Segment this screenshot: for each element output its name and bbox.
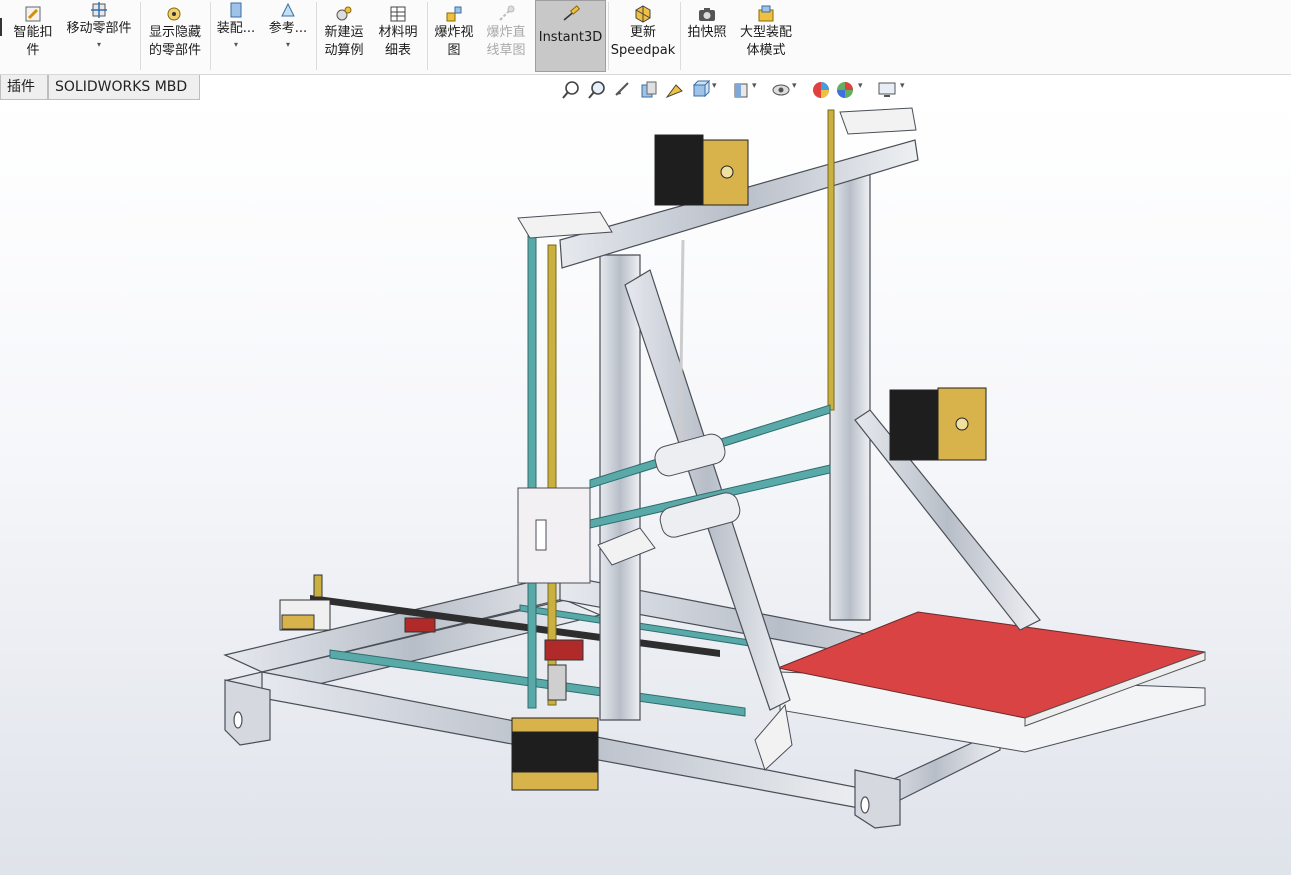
- 3d-printer-model[interactable]: [0, 101, 1291, 875]
- instant3d-icon: [563, 5, 580, 21]
- z-leadscrew-left: [547, 244, 557, 706]
- command-manager-ribbon: 智能扣 件 移动零部件 ▾ 显示隐藏 的零部件 装配... ▾ 参考... ▾: [0, 0, 1291, 75]
- z-top-bracket-right: [839, 107, 917, 135]
- button-label: 显示隐藏 的零部件: [148, 25, 201, 58]
- move-component-button[interactable]: 移动零部件 ▾: [62, 0, 136, 72]
- button-label: 爆炸视 图: [434, 25, 474, 58]
- button-label: 移动零部件: [66, 21, 132, 36]
- chevron-down-icon[interactable]: ▾: [858, 81, 863, 91]
- button-label: 更新 Speedpak: [610, 25, 676, 58]
- z-rod-right: [827, 109, 835, 411]
- zoom-to-area-icon[interactable]: [586, 79, 608, 101]
- chevron-down-icon[interactable]: ▾: [792, 81, 797, 91]
- z-carriage-slot: [535, 519, 547, 551]
- explode-line-sketch-icon: [499, 5, 515, 21]
- section-view-icon[interactable]: [638, 79, 660, 101]
- bill-of-materials-icon: [390, 6, 406, 22]
- chevron-down-icon[interactable]: ▾: [62, 40, 136, 50]
- chevron-down-icon[interactable]: ▾: [712, 81, 717, 91]
- button-label: 大型装配 体模式: [739, 25, 792, 58]
- ribbon-separator: [210, 2, 211, 70]
- show-hidden-icon: [167, 7, 181, 21]
- stepper-motor-right: [889, 387, 987, 461]
- view-orientation-icon[interactable]: [690, 79, 712, 101]
- move-component-icon: [91, 2, 107, 18]
- large-assembly-icon: [758, 5, 774, 22]
- edit-appearance-icon[interactable]: [810, 79, 832, 101]
- ribbon-edge-marker: [0, 18, 2, 36]
- smart-fastener-icon: [25, 6, 41, 22]
- button-label: 材料明 细表: [378, 25, 418, 58]
- apply-scene-icon[interactable]: [834, 79, 856, 101]
- previous-view-icon[interactable]: [612, 79, 634, 101]
- exploded-view-button[interactable]: 爆炸视 图: [430, 0, 478, 72]
- show-hidden-components-button[interactable]: 显示隐藏 的零部件: [144, 0, 206, 72]
- tab-addins[interactable]: 插件: [0, 75, 48, 100]
- assembly-features-button[interactable]: 装配... ▾: [214, 0, 258, 72]
- instant3d-button[interactable]: Instant3D: [535, 0, 606, 72]
- reference-geometry-button[interactable]: 参考... ▾: [266, 0, 310, 72]
- chevron-down-icon[interactable]: ▾: [214, 40, 258, 50]
- new-motion-study-button[interactable]: 新建运 动算例: [320, 0, 368, 72]
- graphics-area[interactable]: [0, 101, 1291, 875]
- button-label: 拍快照: [687, 25, 727, 40]
- button-label: 爆炸直 线草图: [486, 25, 526, 58]
- explode-line-sketch-button[interactable]: 爆炸直 线草图: [482, 0, 530, 72]
- chevron-down-icon[interactable]: ▾: [900, 81, 905, 91]
- ribbon-separator: [316, 2, 317, 70]
- y-motor-bracket: [279, 574, 331, 631]
- update-speedpak-button[interactable]: 更新 Speedpak: [610, 0, 676, 72]
- z-rod-left: [527, 227, 537, 709]
- reference-geometry-icon: [281, 2, 295, 17]
- button-label: Instant3D: [538, 30, 603, 45]
- large-assembly-mode-button[interactable]: 大型装配 体模式: [734, 0, 798, 72]
- button-label: 新建运 动算例: [324, 25, 364, 58]
- zoom-to-fit-icon[interactable]: [560, 79, 582, 101]
- button-label: 智能扣 件: [13, 25, 53, 58]
- new-motion-study-icon: [336, 6, 352, 21]
- tab-solidworks-mbd[interactable]: SOLIDWORKS MBD: [48, 75, 200, 100]
- ribbon-separator: [140, 2, 141, 70]
- button-label: 参考...: [268, 21, 308, 36]
- stepper-motor-top: [654, 134, 749, 206]
- button-label: 装配...: [216, 21, 256, 36]
- ribbon-separator: [680, 2, 681, 70]
- stepper-motor-bottom: [511, 717, 599, 791]
- hide-show-items-icon[interactable]: [770, 79, 792, 101]
- update-speedpak-icon: [635, 5, 651, 23]
- ribbon-separator: [608, 2, 609, 70]
- assembly-features-icon: [230, 2, 242, 18]
- bill-of-materials-button[interactable]: 材料明 细表: [374, 0, 422, 72]
- dynamic-annotation-icon[interactable]: [664, 79, 686, 101]
- ribbon-separator: [427, 2, 428, 70]
- exploded-view-icon: [446, 6, 462, 22]
- display-style-icon[interactable]: [730, 79, 752, 101]
- gusset-plate: [754, 703, 793, 771]
- smart-fasteners-button[interactable]: 智能扣 件: [6, 0, 60, 72]
- view-settings-icon[interactable]: [876, 79, 898, 101]
- snapshot-icon: [699, 8, 715, 21]
- z-carriage-left: [517, 487, 591, 584]
- chevron-down-icon[interactable]: ▾: [752, 81, 757, 91]
- take-snapshot-button[interactable]: 拍快照: [684, 0, 730, 72]
- chevron-down-icon[interactable]: ▾: [266, 40, 310, 50]
